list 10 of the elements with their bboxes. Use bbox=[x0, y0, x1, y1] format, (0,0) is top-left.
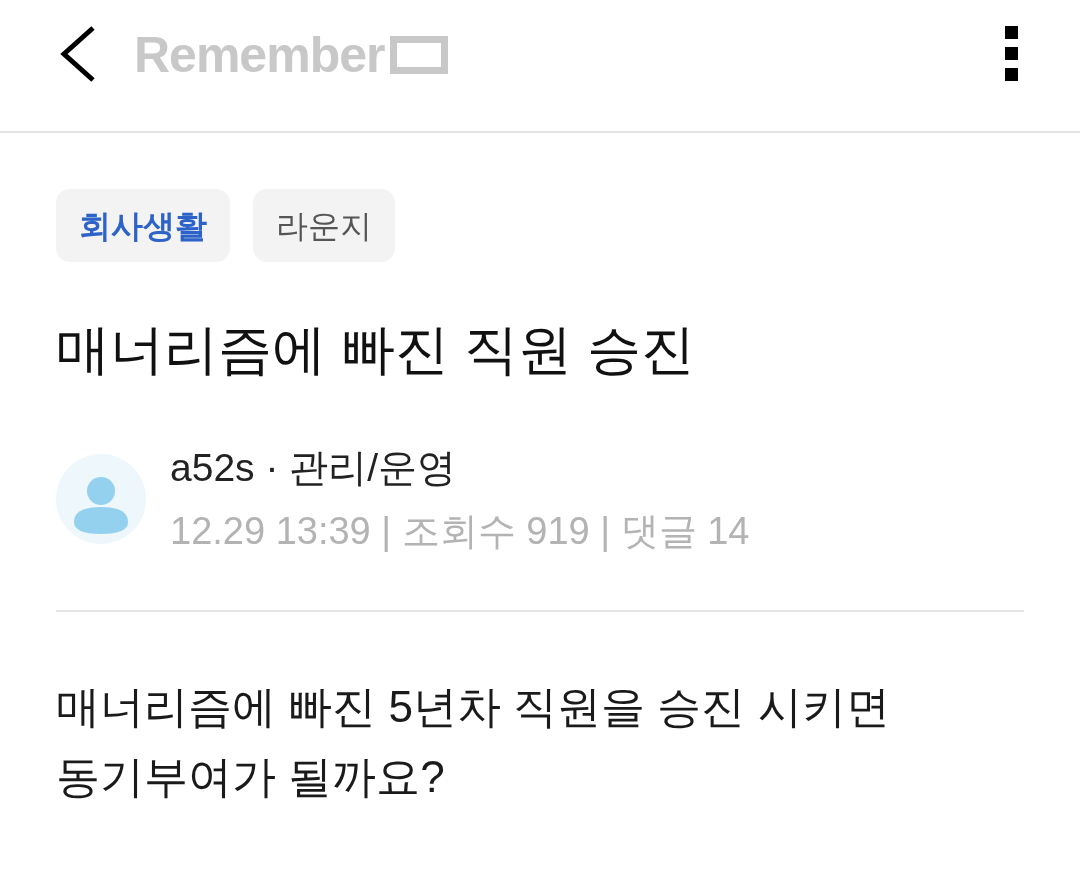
post-title: 매너리즘에 빠진 직원 승진 bbox=[56, 318, 696, 381]
more-icon bbox=[1004, 26, 1018, 81]
logo-rectangle-icon bbox=[390, 35, 449, 74]
back-icon bbox=[58, 24, 96, 83]
avatar-icon bbox=[56, 454, 146, 544]
post-meta: 12.29 13:39 | 조회수 919 | 댓글 14 bbox=[170, 510, 750, 552]
author-info: a52s · 관리/운영 bbox=[170, 446, 458, 490]
post-body: 매너리즘에 빠진 5년차 직원을 승진 시키면 동기부여가 될까요? bbox=[56, 681, 891, 803]
category-tag[interactable]: 회사생활 bbox=[56, 189, 230, 262]
category-tag[interactable]: 라운지 bbox=[253, 189, 395, 262]
